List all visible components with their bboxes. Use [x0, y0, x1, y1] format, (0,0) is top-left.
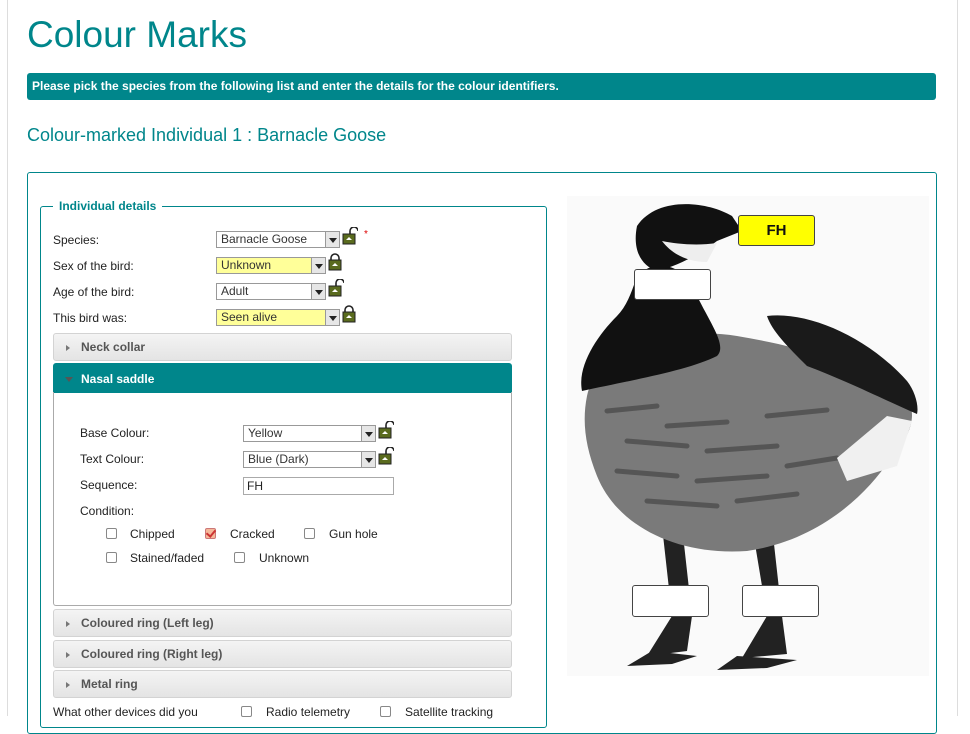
nasal-saddle-marker: FH [738, 215, 815, 246]
dropdown-arrow-icon [325, 310, 339, 325]
text-colour-value: Blue (Dark) [248, 452, 309, 466]
sex-select[interactable]: Unknown [216, 257, 326, 274]
dropdown-arrow-icon [361, 426, 375, 441]
text-colour-label: Text Colour: [80, 452, 145, 466]
radio-telemetry-checkbox[interactable] [241, 706, 252, 717]
gun-hole-checkbox[interactable] [304, 528, 315, 539]
individual-details-legend: Individual details [53, 199, 163, 213]
lock-icon[interactable] [328, 253, 344, 271]
satellite-tracking-checkbox[interactable] [380, 706, 391, 717]
accordion-neck-collar[interactable]: Neck collar [53, 333, 512, 361]
base-colour-label: Base Colour: [80, 426, 150, 440]
page-title: Colour Marks [27, 14, 247, 55]
base-colour-select[interactable]: Yellow [243, 425, 376, 442]
accordion-ring-right[interactable]: Coloured ring (Right leg) [53, 640, 512, 668]
accordion-neck-collar-label: Neck collar [81, 340, 146, 354]
accordion-metal-ring-label: Metal ring [81, 677, 138, 691]
triangle-right-icon [66, 682, 70, 688]
species-value: Barnacle Goose [221, 232, 308, 246]
accordion-ring-left[interactable]: Coloured ring (Left leg) [53, 609, 512, 637]
accordion-ring-left-label: Coloured ring (Left leg) [81, 616, 214, 630]
status-select[interactable]: Seen alive [216, 309, 340, 326]
triangle-right-icon [66, 652, 70, 658]
page-frame-right [957, 0, 958, 716]
individual-subtitle: Colour-marked Individual 1 : Barnacle Go… [27, 125, 387, 145]
age-value: Adult [221, 284, 249, 298]
condition-label: Condition: [80, 504, 135, 518]
dropdown-arrow-icon [311, 284, 325, 299]
sequence-input[interactable]: FH [243, 477, 394, 495]
right-leg-ring-marker [742, 585, 819, 617]
stained-faded-checkbox[interactable] [106, 552, 117, 563]
base-colour-value: Yellow [248, 426, 283, 440]
condition-unknown-label: Unknown [259, 551, 310, 565]
unlock-icon[interactable] [328, 279, 344, 297]
dropdown-arrow-icon [325, 232, 339, 247]
status-value: Seen alive [221, 310, 278, 324]
text-colour-select[interactable]: Blue (Dark) [243, 451, 376, 468]
triangle-right-icon [66, 621, 70, 627]
satellite-tracking-label: Satellite tracking [405, 705, 494, 719]
chipped-label: Chipped [130, 527, 175, 541]
sex-value: Unknown [221, 258, 272, 272]
devices-label: What other devices did you [53, 705, 198, 719]
unlock-icon[interactable] [378, 447, 394, 465]
sequence-label: Sequence: [80, 478, 138, 492]
cracked-label: Cracked [230, 527, 275, 541]
radio-telemetry-label: Radio telemetry [266, 705, 351, 719]
unlock-icon[interactable] [342, 227, 358, 245]
accordion-nasal-saddle-label: Nasal saddle [81, 372, 155, 386]
lock-icon[interactable] [342, 305, 358, 323]
accordion-metal-ring[interactable]: Metal ring [53, 670, 512, 698]
accordion-ring-right-label: Coloured ring (Right leg) [81, 647, 223, 661]
triangle-down-icon [65, 377, 73, 382]
neck-collar-marker [634, 269, 711, 300]
condition-unknown-checkbox[interactable] [234, 552, 245, 563]
stained-faded-label: Stained/faded [130, 551, 205, 565]
unlock-icon[interactable] [378, 421, 394, 439]
gun-hole-label: Gun hole [329, 527, 378, 541]
left-leg-ring-marker [632, 585, 709, 617]
page-frame-left [7, 0, 8, 716]
sex-label: Sex of the bird: [53, 259, 134, 273]
required-asterisk: * [364, 229, 368, 240]
info-banner: Please pick the species from the followi… [27, 73, 936, 100]
age-label: Age of the bird: [53, 285, 135, 299]
species-select[interactable]: Barnacle Goose [216, 231, 340, 248]
age-select[interactable]: Adult [216, 283, 326, 300]
species-label: Species: [53, 233, 100, 247]
dropdown-arrow-icon [311, 258, 325, 273]
accordion-nasal-saddle[interactable]: Nasal saddle [53, 363, 512, 393]
cracked-checkbox[interactable] [205, 528, 216, 539]
status-label: This bird was: [53, 311, 128, 325]
triangle-right-icon [66, 345, 70, 351]
dropdown-arrow-icon [361, 452, 375, 467]
chipped-checkbox[interactable] [106, 528, 117, 539]
